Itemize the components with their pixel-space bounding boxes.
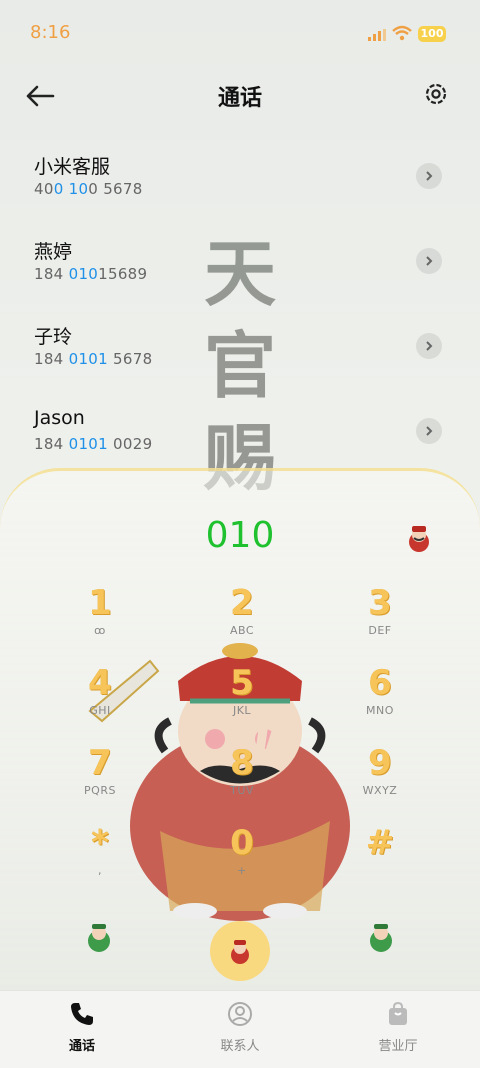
phone-icon — [71, 1003, 93, 1025]
phone-number: 184 0101 5678 — [34, 350, 153, 368]
details-button[interactable] — [416, 163, 442, 189]
dial-key-hash[interactable]: # — [335, 823, 425, 883]
chevron-right-icon — [426, 256, 433, 266]
phone-number: 400 100 5678 — [34, 180, 143, 198]
dial-key-1[interactable]: 1ꝏ — [55, 583, 145, 643]
dial-key-3[interactable]: 3 DEF — [335, 583, 425, 643]
tab-service-hall[interactable]: 营业厅 — [348, 1001, 448, 1054]
dial-key-star[interactable]: *, — [55, 823, 145, 883]
details-button[interactable] — [416, 248, 442, 274]
contact-name: 小米客服 — [34, 156, 111, 178]
recent-calls-list: 小米客服 400 100 5678 燕婷 184 01015689 子玲 184… — [0, 140, 480, 480]
details-button[interactable] — [416, 418, 442, 444]
phone-number: 184 0101 0029 — [34, 435, 153, 453]
battery-indicator: 100 — [418, 26, 446, 42]
tab-calls[interactable]: 通话 — [32, 1001, 132, 1054]
bag-icon — [389, 1001, 407, 1025]
chevron-right-icon — [426, 341, 433, 351]
phone-number: 184 01015689 — [34, 265, 148, 283]
dial-key-8[interactable]: 8 TUV — [197, 743, 287, 803]
mascot-call-icon — [231, 940, 249, 964]
voicemail-icon: ꝏ — [94, 624, 106, 637]
contact-name: Jason — [34, 407, 85, 429]
details-button[interactable] — [416, 333, 442, 359]
call-item[interactable]: 子玲 184 0101 5678 — [0, 310, 480, 395]
page-title: 通话 — [217, 86, 262, 111]
dialpad-toggle-icon[interactable] — [82, 921, 116, 955]
dial-key-5[interactable]: 5 JKL — [197, 663, 287, 723]
gear-icon — [425, 83, 447, 105]
dial-key-6[interactable]: 6 MNO — [335, 663, 425, 723]
chevron-right-icon — [426, 171, 433, 181]
bottom-tab-bar: 通话 联系人 营业厅 — [0, 990, 480, 1068]
dial-key-7[interactable]: 7 PQRS — [55, 743, 145, 803]
dial-key-0[interactable]: 0 + — [197, 823, 287, 883]
delete-key-icon[interactable] — [364, 921, 398, 955]
signal-icon — [368, 29, 386, 41]
tab-contacts[interactable]: 联系人 — [190, 1001, 290, 1054]
call-button[interactable] — [210, 921, 270, 981]
status-time: 8:16 — [30, 22, 71, 43]
contact-icon — [228, 1002, 252, 1026]
contact-name: 子玲 — [34, 326, 73, 348]
settings-button[interactable] — [420, 78, 452, 110]
dial-key-9[interactable]: 9 WXYZ — [335, 743, 425, 803]
call-item[interactable]: 燕婷 184 01015689 — [0, 225, 480, 310]
status-bar: 8:16 100 — [0, 0, 480, 66]
contact-name: 燕婷 — [34, 241, 73, 263]
chevron-right-icon — [426, 426, 433, 436]
call-item[interactable]: 小米客服 400 100 5678 — [0, 140, 480, 225]
dialpad-panel: 010 1ꝏ 2 ABC 3 DEF 4 GHI 5 JKL 6 MNO 7 PQRS 8T… — [0, 468, 480, 993]
header: 通话 — [0, 66, 480, 126]
dial-key-4[interactable]: 4 GHI — [55, 663, 145, 723]
dial-key-2[interactable]: 2 ABC — [197, 583, 287, 643]
wifi-icon — [392, 25, 412, 41]
mascot-icon[interactable] — [404, 523, 434, 553]
